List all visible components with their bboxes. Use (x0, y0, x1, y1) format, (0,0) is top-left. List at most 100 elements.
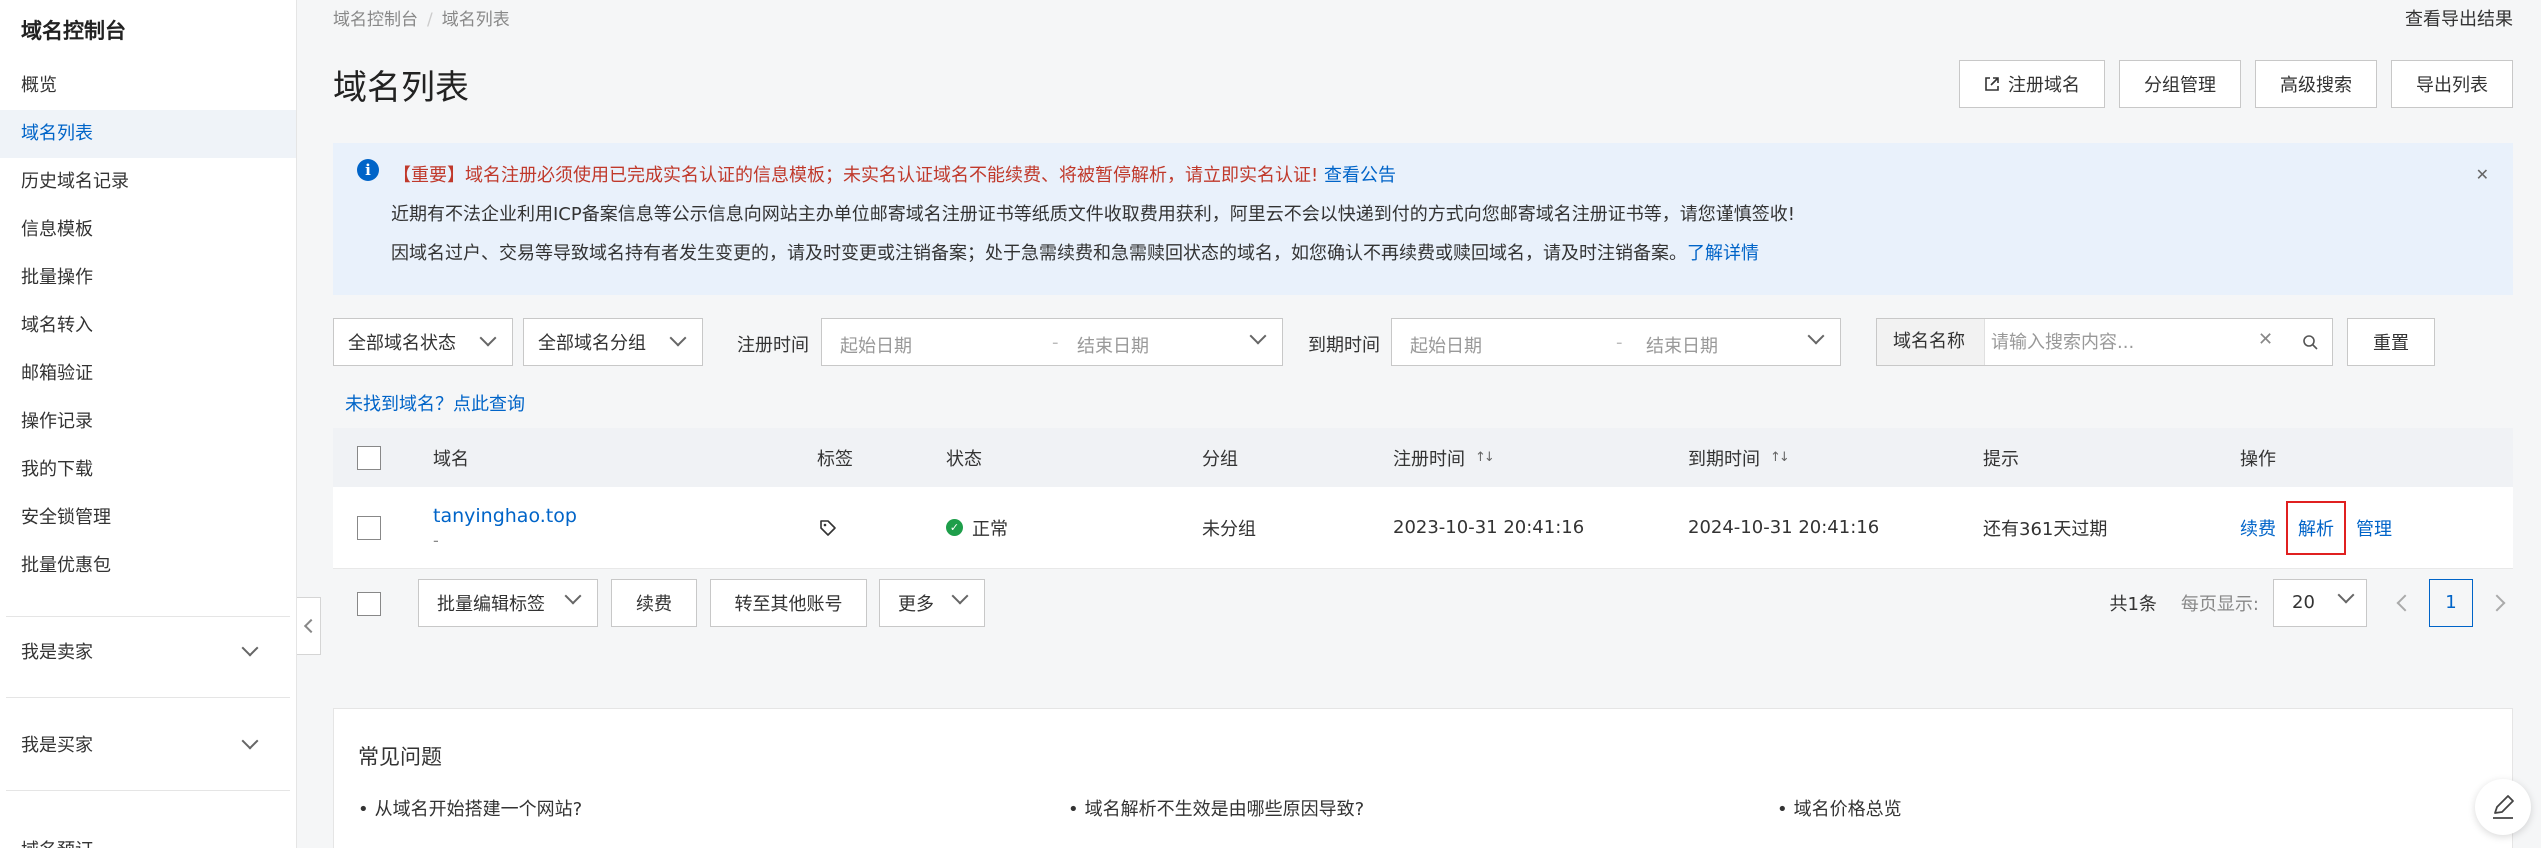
bulk-renew-button[interactable]: 续费 (611, 579, 697, 627)
top-actions: 注册域名 分组管理 高级搜索 导出列表 (1959, 60, 2513, 108)
sidebar-item-transfer-in[interactable]: 域名转入 (0, 302, 296, 350)
sidebar-item-batch[interactable]: 批量操作 (0, 254, 296, 302)
prev-page-icon[interactable] (2396, 594, 2414, 612)
sidebar-item-templates[interactable]: 信息模板 (0, 206, 296, 254)
page-size-select[interactable]: 20 (2273, 579, 2367, 627)
sidebar-item-op-log[interactable]: 操作记录 (0, 398, 296, 446)
table-header: 域名 标签 状态 分组 注册时间 ↑↓ 到期时间 ↑↓ 提示 操作 (333, 428, 2513, 487)
learn-more-link[interactable]: 了解详情 (1687, 243, 1759, 264)
not-found-link[interactable]: 未找到域名？点此查询 (345, 390, 525, 416)
exp-time-label: 到期时间 (1308, 335, 1380, 356)
exp-start-date[interactable]: 起始日期 (1410, 332, 1482, 358)
view-announcement-link[interactable]: 查看公告 (1324, 165, 1396, 186)
faq-panel: 常见问题 从域名开始搭建一个网站? 域名解析不生效是由哪些原因导致? 域名价格总… (333, 708, 2513, 848)
page-title: 域名列表 (333, 68, 469, 108)
breadcrumb-current: 域名列表 (441, 10, 510, 30)
sidebar-item-email-verify[interactable]: 邮箱验证 (0, 350, 296, 398)
manage-link[interactable]: 管理 (2356, 515, 2392, 541)
sidebar-item-downloads[interactable]: 我的下载 (0, 446, 296, 494)
breadcrumb-root[interactable]: 域名控制台 (333, 10, 418, 30)
sidebar-item-reservation[interactable]: 域名预订 (21, 836, 93, 848)
search-input[interactable] (1991, 327, 2231, 357)
export-results-link[interactable]: 查看导出结果 (2405, 5, 2513, 31)
status-cell: ✓ 正常 (946, 487, 1008, 568)
clear-icon[interactable]: ✕ (2258, 329, 2273, 350)
check-circle-icon: ✓ (946, 519, 963, 536)
page-number-current[interactable]: 1 (2429, 579, 2473, 627)
search-button[interactable] (2287, 318, 2333, 366)
group-select[interactable]: 全部域名分组 (523, 318, 703, 366)
select-all-checkbox[interactable] (357, 445, 381, 470)
header-reg-time[interactable]: 注册时间 ↑↓ (1393, 428, 1495, 487)
total-count: 共1条 (2109, 594, 2157, 615)
group-manage-button[interactable]: 分组管理 (2119, 60, 2241, 108)
external-link-icon (1985, 77, 1999, 91)
sidebar-item-security-lock[interactable]: 安全锁管理 (0, 494, 296, 542)
bulk-select-checkbox[interactable] (357, 592, 381, 616)
export-list-button[interactable]: 导出列表 (2391, 60, 2513, 108)
status-select-value: 全部域名状态 (348, 333, 456, 354)
sidebar-item-domain-list[interactable]: 域名列表 (0, 110, 296, 158)
header-group: 分组 (1202, 448, 1238, 470)
domain-sub: - (433, 531, 439, 550)
sort-icon[interactable]: ↑↓ (1770, 450, 1790, 465)
table-row: tanyinghao.top - ✓ 正常 未分组 2023-10-31 20:… (333, 487, 2513, 569)
faq-item[interactable]: 从域名开始搭建一个网站? (358, 795, 583, 821)
group-select-value: 全部域名分组 (538, 333, 646, 354)
header-ops: 操作 (2240, 448, 2276, 470)
header-exp-time[interactable]: 到期时间 ↑↓ (1688, 428, 1790, 487)
renew-link[interactable]: 续费 (2240, 515, 2276, 541)
sidebar-item-discount-pack[interactable]: 批量优惠包 (0, 542, 296, 590)
status-text: 正常 (972, 518, 1008, 540)
resolve-link[interactable]: 解析 (2286, 500, 2346, 555)
advanced-search-button[interactable]: 高级搜索 (2255, 60, 2377, 108)
exp-time-range[interactable]: 起始日期 - 结束日期 (1391, 318, 1841, 366)
domain-console-app: 域名控制台 概览 域名列表 历史域名记录 信息模板 批量操作 域名转入 邮箱验证… (0, 0, 2541, 848)
domain-name-label: 域名名称 (1877, 319, 1985, 365)
reset-button[interactable]: 重置 (2347, 318, 2435, 366)
reg-start-date[interactable]: 起始日期 (840, 332, 912, 358)
row-checkbox[interactable] (357, 515, 381, 540)
transfer-account-button[interactable]: 转至其他账号 (710, 579, 867, 627)
edit-feedback-button[interactable] (2475, 779, 2531, 835)
exp-end-date[interactable]: 结束日期 (1646, 332, 1718, 358)
faq-title: 常见问题 (358, 745, 442, 769)
sort-icon[interactable]: ↑↓ (1475, 450, 1495, 465)
close-icon[interactable]: ✕ (2476, 165, 2489, 184)
reg-end-date[interactable]: 结束日期 (1077, 332, 1149, 358)
bulk-edit-tags-select[interactable]: 批量编辑标签 (418, 579, 598, 627)
per-page-label: 每页显示: (2180, 594, 2259, 615)
register-domain-button[interactable]: 注册域名 (1959, 60, 2105, 108)
faq-item[interactable]: 域名价格总览 (1777, 795, 1902, 821)
notice-warning-text: 【重要】域名注册必须使用已完成实名认证的信息模板；未实名认证域名不能续费、将被暂… (393, 165, 1319, 186)
next-page-icon[interactable] (2488, 594, 2506, 612)
domain-name-link[interactable]: tanyinghao.top (433, 505, 577, 527)
sidebar-group-buyer[interactable]: 我是买家 (0, 710, 296, 778)
tag-icon[interactable] (819, 519, 837, 537)
sidebar-collapse-toggle[interactable] (297, 597, 321, 655)
more-actions-select[interactable]: 更多 (879, 579, 985, 627)
reg-time-label: 注册时间 (737, 335, 809, 356)
header-exp-time-label: 到期时间 (1688, 448, 1760, 470)
chevron-down-icon (669, 329, 687, 347)
notice-line-3-text: 因域名过户、交易等导致域名持有者发生变更的，请及时变更或注销备案；处于急需续费和… (391, 243, 1687, 264)
chevron-down-icon (479, 329, 497, 347)
notice-line-2: 近期有不法企业利用ICP备案信息等公示信息向网站主办单位邮寄域名注册证书等纸质文… (391, 204, 1795, 225)
header-hint: 提示 (1983, 448, 2019, 470)
domain-table: 域名 标签 状态 分组 注册时间 ↑↓ 到期时间 ↑↓ 提示 操作 tanyingh… (333, 428, 2513, 569)
chevron-down-icon (241, 732, 259, 750)
sidebar-item-overview[interactable]: 概览 (0, 62, 296, 110)
more-actions-label: 更多 (898, 594, 934, 615)
notice-banner: i 【重要】域名注册必须使用已完成实名认证的信息模板；未实名认证域名不能续费、将… (333, 143, 2513, 295)
header-status: 状态 (946, 448, 982, 470)
status-select[interactable]: 全部域名状态 (333, 318, 513, 366)
reg-time-cell: 2023-10-31 20:41:16 (1393, 517, 1585, 538)
sidebar-group-seller[interactable]: 我是卖家 (0, 617, 296, 685)
sidebar-item-history[interactable]: 历史域名记录 (0, 158, 296, 206)
faq-item[interactable]: 域名解析不生效是由哪些原因导致? (1068, 795, 1365, 821)
domain-name-search: 域名名称 ✕ (1876, 318, 2288, 366)
ops-cell: 续费 解析 管理 (2240, 487, 2414, 568)
sidebar-divider (6, 697, 290, 698)
bulk-edit-tags-label: 批量编辑标签 (437, 594, 545, 615)
reg-time-range[interactable]: 起始日期 - 结束日期 (821, 318, 1283, 366)
